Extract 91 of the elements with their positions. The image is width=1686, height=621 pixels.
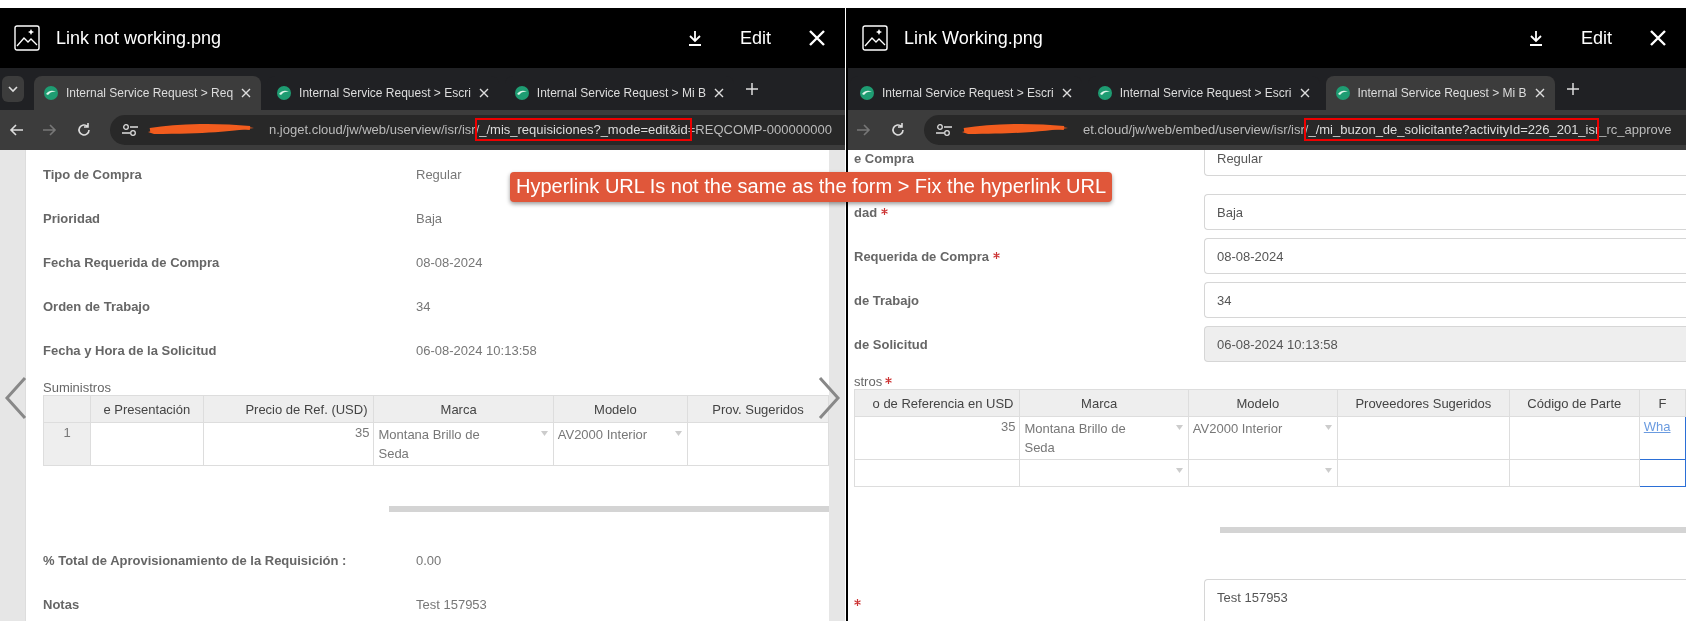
field-label: Requerida de Compra bbox=[854, 248, 990, 264]
logo-icon bbox=[277, 86, 292, 100]
table-cell[interactable]: AV2000 Interior bbox=[553, 422, 688, 466]
field-value: 34 bbox=[416, 298, 431, 314]
input-field[interactable]: Baja bbox=[1204, 194, 1686, 230]
download-icon[interactable] bbox=[1528, 30, 1543, 46]
field-label: de Trabajo bbox=[854, 292, 920, 308]
field-value: 06-08-2024 10:13:58 bbox=[416, 342, 537, 358]
tab-title: Internal Service Request > Mi B bbox=[1357, 86, 1527, 100]
column-header: Modelo bbox=[1188, 389, 1338, 417]
chevron-left-icon[interactable] bbox=[4, 376, 28, 420]
field-label: de Solicitud bbox=[854, 336, 928, 352]
field-label: Fecha y Hora de la Solicitud bbox=[43, 342, 217, 358]
field-value: 0.00 bbox=[416, 552, 442, 568]
column-header: Marca bbox=[374, 395, 554, 423]
table-cell[interactable]: AV2000 Interior bbox=[1188, 416, 1338, 460]
plus-icon[interactable] bbox=[1566, 83, 1579, 95]
logo-icon bbox=[44, 86, 58, 100]
grid-label: stros bbox=[854, 374, 883, 389]
field-label: Orden de Trabajo bbox=[43, 298, 150, 314]
column-header: o de Referencia en USD bbox=[854, 389, 1020, 417]
tab-title: Internal Service Request > Escri bbox=[882, 86, 1054, 100]
back-icon[interactable] bbox=[8, 122, 24, 138]
cell-value: Montana Brillo de Seda bbox=[378, 426, 481, 463]
field-label: Tipo de Compra bbox=[43, 166, 142, 182]
file-name: Link Working.png bbox=[904, 27, 1043, 49]
image-icon bbox=[862, 25, 888, 51]
column-header bbox=[43, 395, 91, 423]
file-name: Link not working.png bbox=[56, 27, 222, 49]
column-header: Código de Parte bbox=[1509, 389, 1640, 417]
field-label: dad bbox=[854, 204, 878, 220]
text-area[interactable]: Test 157953 bbox=[1204, 579, 1686, 621]
field-value: 08-08-2024 bbox=[416, 254, 483, 270]
tab-title: Internal Service Request > Escri bbox=[1119, 86, 1292, 100]
tab-title: Internal Service Request > Escri bbox=[299, 86, 471, 100]
column-header: Precio de Ref. (USD) bbox=[203, 395, 374, 423]
table-cell: 35 bbox=[854, 416, 1020, 460]
field-label: Prioridad bbox=[43, 210, 101, 226]
callout-label: Hyperlink URL Is not the same as the form > Fix the hyperlink URL bbox=[510, 172, 1113, 202]
scrollbar-thumb[interactable] bbox=[1220, 527, 1686, 533]
input-field[interactable]: 08-08-2024 bbox=[1204, 238, 1686, 274]
cell-value: AV2000 Interior bbox=[1192, 420, 1284, 438]
cell-value: AV2000 Interior bbox=[557, 426, 649, 444]
scrollbar-thumb[interactable] bbox=[388, 506, 829, 512]
logo-icon bbox=[1335, 86, 1350, 100]
grid-label: Suministros bbox=[43, 380, 111, 395]
field-label: % Total de Aprovisionamiento de la Requisición : bbox=[43, 552, 347, 568]
tab-title: Internal Service Request > Req bbox=[66, 86, 234, 100]
table-cell[interactable] bbox=[1639, 459, 1686, 487]
logo-icon bbox=[860, 86, 874, 100]
field-label: Notas bbox=[43, 596, 80, 612]
close-icon[interactable] bbox=[713, 88, 724, 98]
close-icon[interactable] bbox=[1534, 88, 1545, 98]
chevron-right-icon[interactable] bbox=[817, 376, 841, 420]
column-header: Modelo bbox=[553, 395, 688, 423]
logo-icon bbox=[1097, 86, 1112, 100]
reload-icon[interactable] bbox=[890, 122, 906, 138]
browser-tab[interactable]: Internal Service Request > Mi B bbox=[1325, 76, 1555, 110]
table-cell: 1 bbox=[43, 422, 91, 466]
table-cell[interactable]: Montana Brillo de Seda bbox=[1019, 416, 1189, 460]
edit-button[interactable]: Edit bbox=[727, 27, 783, 49]
logo-icon bbox=[514, 86, 529, 100]
plus-icon[interactable] bbox=[745, 83, 758, 95]
input-field[interactable]: 34 bbox=[1204, 282, 1686, 318]
tune-icon[interactable] bbox=[936, 123, 952, 137]
chevron-down-icon[interactable] bbox=[2, 76, 24, 102]
cell-value: Montana Brillo de Seda bbox=[1024, 420, 1127, 457]
browser-tab[interactable]: Internal Service Request > Req bbox=[34, 76, 262, 110]
column-header: Proveedores Sugeridos bbox=[1337, 389, 1510, 417]
tab-title: Internal Service Request > Mi B bbox=[536, 86, 706, 100]
reload-icon[interactable] bbox=[76, 122, 92, 138]
column-header: F bbox=[1639, 389, 1686, 417]
tune-icon[interactable] bbox=[122, 123, 138, 137]
download-icon[interactable] bbox=[687, 30, 702, 46]
close-icon[interactable] bbox=[1299, 88, 1310, 98]
field-label: e Compra bbox=[854, 150, 914, 166]
input-field[interactable]: Regular bbox=[1204, 150, 1686, 176]
field-value: Regular bbox=[416, 166, 462, 182]
column-header: e Presentación bbox=[90, 395, 203, 423]
close-icon[interactable] bbox=[478, 88, 489, 98]
column-header: Marca bbox=[1019, 389, 1189, 417]
close-icon[interactable] bbox=[1061, 88, 1072, 98]
field-label: Fecha Requerida de Compra bbox=[43, 254, 220, 270]
table-cell[interactable]: Montana Brillo de Seda bbox=[374, 422, 554, 466]
image-icon bbox=[14, 25, 40, 51]
column-header: Prov. Sugeridos bbox=[687, 395, 829, 423]
field-value: Test 157953 bbox=[416, 596, 487, 612]
close-icon[interactable] bbox=[241, 88, 252, 98]
field-value: Baja bbox=[416, 210, 443, 226]
edit-button[interactable]: Edit bbox=[1568, 27, 1624, 49]
table-cell: 35 bbox=[203, 422, 374, 466]
